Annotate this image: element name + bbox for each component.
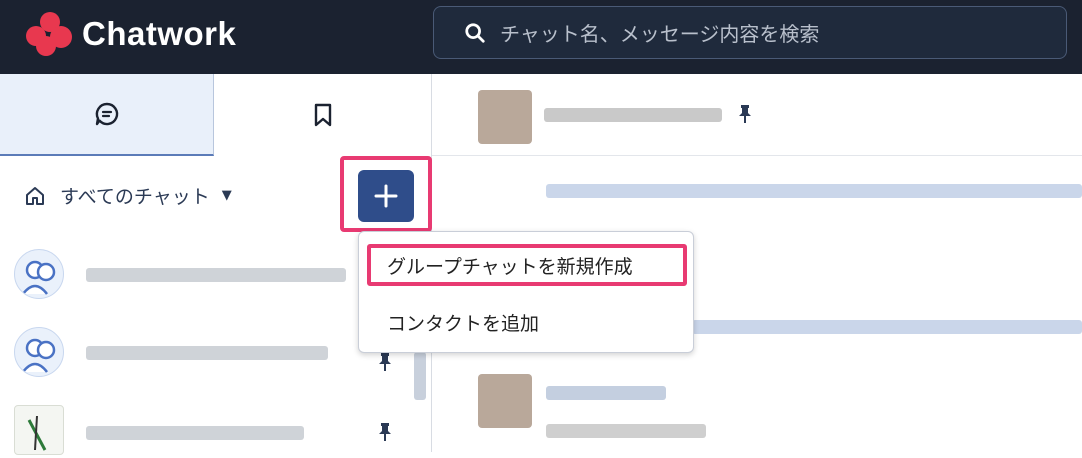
blurred-room-name <box>86 426 304 440</box>
pin-icon <box>739 105 751 123</box>
scrollbar[interactable] <box>414 352 426 400</box>
menu-item-add-contact[interactable]: コンタクトを追加 <box>367 300 687 344</box>
pin-icon <box>379 423 391 441</box>
group-avatar-icon <box>14 327 64 377</box>
blurred-sender-name <box>546 386 666 400</box>
tab-chats[interactable] <box>0 74 214 156</box>
blurred-message <box>692 320 1082 334</box>
blurred-message <box>546 184 1082 198</box>
top-bar: Chatwork チャット名、メッセージ内容を検索 <box>0 0 1082 74</box>
brand-name: Chatwork <box>82 15 237 52</box>
pin-icon <box>379 353 391 371</box>
chat-filter[interactable]: すべてのチャット ▼ <box>24 182 232 209</box>
message-avatar <box>478 374 532 428</box>
chevron-down-icon: ▼ <box>221 188 232 203</box>
search-icon <box>465 22 485 43</box>
home-icon <box>26 186 44 205</box>
plus-icon <box>374 184 398 208</box>
chat-header <box>432 74 1082 156</box>
bookmark-icon <box>314 103 331 127</box>
room-avatar-icon <box>14 405 64 455</box>
chat-bubble-icon <box>95 102 118 126</box>
blurred-chat-title <box>544 108 722 122</box>
search-placeholder: チャット名、メッセージ内容を検索 <box>500 22 820 46</box>
group-avatar-icon <box>14 249 64 299</box>
menu-item-create-group-chat[interactable]: グループチャットを新規作成 <box>367 244 687 286</box>
add-dropdown-menu: グループチャットを新規作成 コンタクトを追加 <box>358 231 694 353</box>
brand-logo[interactable]: Chatwork <box>26 12 236 56</box>
chat-avatar <box>478 90 532 144</box>
filter-label: すべてのチャット <box>60 186 210 208</box>
chatwork-logo-icon <box>26 12 74 56</box>
blurred-room-name <box>86 346 328 360</box>
search-box[interactable]: チャット名、メッセージ内容を検索 <box>433 6 1067 59</box>
add-button-highlight <box>340 156 432 232</box>
sidebar-tabs <box>0 74 432 156</box>
add-chat-button[interactable] <box>358 170 414 222</box>
blurred-room-name <box>86 268 346 282</box>
blurred-message-text <box>546 424 706 438</box>
tab-bookmarks[interactable] <box>214 74 431 156</box>
